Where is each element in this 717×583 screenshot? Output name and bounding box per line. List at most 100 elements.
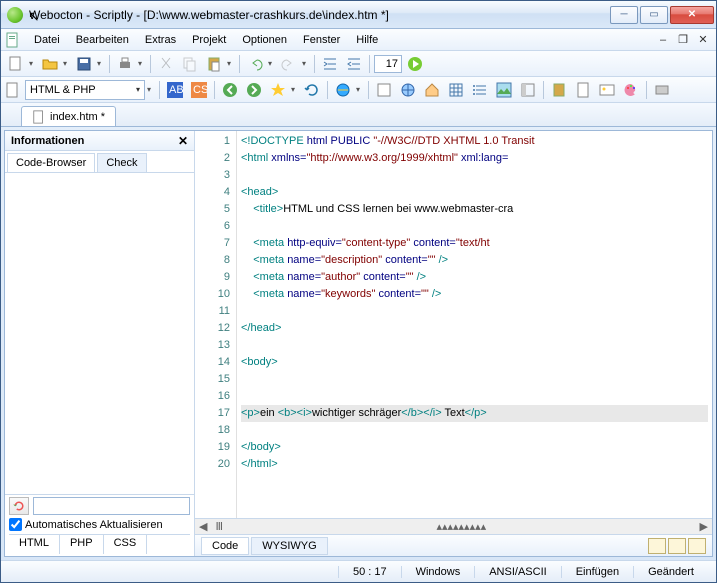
code-line[interactable]: <meta http-equiv="content-type" content=… <box>241 235 708 252</box>
editor-scrollbar[interactable]: ◀Ⅲ ▴▴▴▴▴▴▴▴▴ ▶ <box>195 518 712 534</box>
code-line[interactable]: <!DOCTYPE html PUBLIC "-//W3C//DTD XHTML… <box>241 133 708 150</box>
tb-image[interactable] <box>596 79 618 101</box>
mdi-minimize[interactable]: – <box>655 33 671 47</box>
panel-filter-input[interactable] <box>33 497 190 515</box>
code-line[interactable]: <p>ein <b><i>wichtiger schräger</b></i> … <box>241 405 708 422</box>
goto-line-input[interactable] <box>374 55 402 73</box>
view-btn-1[interactable] <box>648 538 666 554</box>
langtab-html[interactable]: HTML <box>9 535 60 554</box>
menu-optionen[interactable]: Optionen <box>235 32 294 48</box>
file-tab[interactable]: index.htm * <box>21 106 116 126</box>
close-button[interactable]: ✕ <box>670 6 714 24</box>
tb-abc[interactable]: ABC <box>164 79 186 101</box>
tb-css[interactable]: CSS <box>188 79 210 101</box>
print-button[interactable] <box>114 53 136 75</box>
minimize-button[interactable]: ─ <box>610 6 638 24</box>
view-wysiwyg-tab[interactable]: WYSIWYG <box>251 537 327 555</box>
auto-update-checkbox[interactable] <box>9 518 22 531</box>
menu-projekt[interactable]: Projekt <box>185 32 233 48</box>
code-line[interactable] <box>241 303 708 320</box>
menu-extras[interactable]: Extras <box>138 32 183 48</box>
browser-ie[interactable] <box>332 79 354 101</box>
titlebar[interactable]: Webocton - Scriptly - [D:\www.webmaster-… <box>1 1 716 29</box>
new-dropdown[interactable]: ▾ <box>29 59 37 68</box>
menu-fenster[interactable]: Fenster <box>296 32 347 48</box>
cut-button[interactable] <box>155 53 177 75</box>
new-button[interactable] <box>5 53 27 75</box>
code-line[interactable]: <head> <box>241 184 708 201</box>
save-button[interactable] <box>73 53 95 75</box>
view-btn-2[interactable] <box>668 538 686 554</box>
undo-button[interactable] <box>244 53 266 75</box>
app-window: Webocton - Scriptly - [D:\www.webmaster-… <box>0 0 717 583</box>
menu-hilfe[interactable]: Hilfe <box>349 32 385 48</box>
paste-dropdown[interactable]: ▾ <box>227 59 235 68</box>
lang-dropdown[interactable]: ▾ <box>147 85 155 94</box>
open-dropdown[interactable]: ▾ <box>63 59 71 68</box>
code-line[interactable]: <meta name="author" content="" /> <box>241 269 708 286</box>
content-area: Informationen ✕ Code-Browser Check Autom… <box>4 130 713 557</box>
code-line[interactable]: <title>HTML und CSS lernen bei www.webma… <box>241 201 708 218</box>
open-button[interactable] <box>39 53 61 75</box>
menu-bearbeiten[interactable]: Bearbeiten <box>69 32 136 48</box>
svg-text:ABC: ABC <box>169 84 183 96</box>
panel-close-button[interactable]: ✕ <box>178 134 188 148</box>
refresh-button[interactable] <box>301 79 323 101</box>
editor-body[interactable]: 1234567891011121314151617181920 <!DOCTYP… <box>195 131 712 518</box>
mdi-close[interactable]: ✕ <box>695 33 711 47</box>
tb-mountain[interactable] <box>493 79 515 101</box>
refresh-panel-button[interactable] <box>9 497 29 515</box>
file-icon <box>32 110 46 124</box>
tb-home[interactable] <box>421 79 443 101</box>
fav-dropdown[interactable]: ▾ <box>291 85 299 94</box>
tb-frame[interactable] <box>517 79 539 101</box>
run-button[interactable] <box>404 53 426 75</box>
code-line[interactable]: </body> <box>241 439 708 456</box>
langtab-css[interactable]: CSS <box>104 535 148 554</box>
tb-table[interactable] <box>445 79 467 101</box>
tab-check[interactable]: Check <box>97 153 146 172</box>
code-line[interactable]: </html> <box>241 456 708 473</box>
code-line[interactable] <box>241 388 708 405</box>
langtab-php[interactable]: PHP <box>60 535 104 554</box>
outdent-button[interactable] <box>343 53 365 75</box>
paste-button[interactable] <box>203 53 225 75</box>
code-line[interactable] <box>241 371 708 388</box>
print-dropdown[interactable]: ▾ <box>138 59 146 68</box>
save-dropdown[interactable]: ▾ <box>97 59 105 68</box>
view-btn-3[interactable] <box>688 538 706 554</box>
code-line[interactable]: <meta name="description" content="" /> <box>241 252 708 269</box>
browser-dropdown[interactable]: ▾ <box>356 85 364 94</box>
nav-forward[interactable] <box>243 79 265 101</box>
tb-list[interactable] <box>469 79 491 101</box>
redo-button[interactable] <box>278 53 300 75</box>
mdi-restore[interactable]: ❐ <box>675 33 691 47</box>
code-line[interactable] <box>241 167 708 184</box>
tb-page[interactable] <box>373 79 395 101</box>
tb-palette[interactable] <box>620 79 642 101</box>
code-line[interactable]: <html xmlns="http://www.w3.org/1999/xhtm… <box>241 150 708 167</box>
code-area[interactable]: <!DOCTYPE html PUBLIC "-//W3C//DTD XHTML… <box>237 131 712 518</box>
tb-clipboard[interactable] <box>548 79 570 101</box>
indent-button[interactable] <box>319 53 341 75</box>
view-code-tab[interactable]: Code <box>201 537 249 555</box>
menu-datei[interactable]: Datei <box>27 32 67 48</box>
redo-dropdown[interactable]: ▾ <box>302 59 310 68</box>
tb-extra[interactable] <box>651 79 673 101</box>
language-selector[interactable]: HTML & PHP ▾ <box>25 80 145 100</box>
auto-update-row[interactable]: Automatisches Aktualisieren <box>9 517 190 532</box>
tb-globe[interactable] <box>397 79 419 101</box>
favorites-button[interactable] <box>267 79 289 101</box>
maximize-button[interactable]: ▭ <box>640 6 668 24</box>
code-line[interactable]: </head> <box>241 320 708 337</box>
undo-dropdown[interactable]: ▾ <box>268 59 276 68</box>
code-line[interactable] <box>241 422 708 439</box>
code-line[interactable] <box>241 337 708 354</box>
code-line[interactable]: <body> <box>241 354 708 371</box>
copy-button[interactable] <box>179 53 201 75</box>
code-line[interactable] <box>241 218 708 235</box>
nav-back[interactable] <box>219 79 241 101</box>
code-line[interactable]: <meta name="keywords" content="" /> <box>241 286 708 303</box>
tb-doc3[interactable] <box>572 79 594 101</box>
tab-code-browser[interactable]: Code-Browser <box>7 153 95 172</box>
